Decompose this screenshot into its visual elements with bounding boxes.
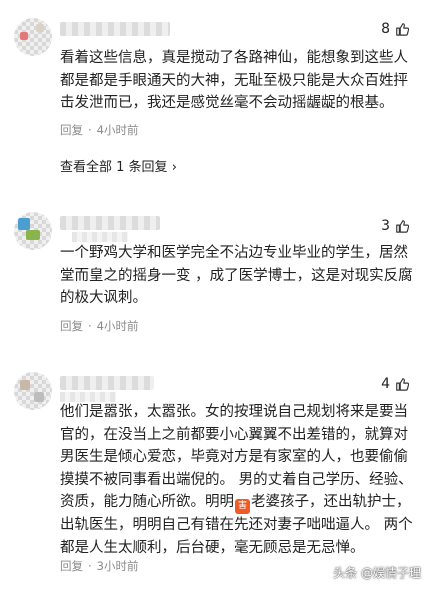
avatar[interactable]	[14, 372, 52, 410]
watermark: 头条 @娱情子理	[333, 566, 421, 580]
reply-button[interactable]: 回复	[60, 123, 83, 137]
view-all-label: 查看全部 1 条回复	[60, 160, 168, 175]
timestamp: 4小时前	[96, 123, 139, 137]
emoji-icon: 害	[235, 499, 250, 514]
like-count: 4	[381, 376, 390, 392]
username-blurred[interactable]	[60, 216, 160, 230]
avatar[interactable]	[14, 18, 52, 56]
view-all-replies-link[interactable]: 查看全部 1 条回复 ›	[60, 156, 177, 175]
comment-text: 他们是嚣张，太嚣张。女的按理说自己规划将来是要当官的，在没当上之前都要小心翼翼不…	[60, 401, 414, 559]
like-count: 3	[381, 218, 390, 234]
like-button[interactable]: 4	[381, 376, 409, 392]
comment-meta: 回复 · 4小时前	[60, 319, 139, 333]
username-blurred[interactable]	[60, 22, 170, 36]
thumbs-up-icon	[396, 23, 409, 36]
username-blurred[interactable]	[60, 376, 154, 390]
timestamp: 4小时前	[96, 319, 139, 333]
like-count: 8	[381, 21, 390, 37]
comment-meta: 回复 · 4小时前	[60, 123, 139, 137]
avatar[interactable]	[14, 212, 52, 250]
comment-text: 看着这些信息，真是搅动了各路神仙，能想象到这些人都是都是手眼通天的大神，无耻至极…	[60, 50, 408, 111]
comment-meta: 回复 · 3小时前	[60, 559, 139, 573]
thumbs-up-icon	[396, 220, 409, 233]
thumbs-up-icon	[396, 378, 409, 391]
timestamp: 3小时前	[96, 559, 139, 573]
reply-button[interactable]: 回复	[60, 559, 83, 573]
comment-text: 一个野鸡大学和医学完全不沾边专业毕业的学生，居然堂而皇之的摇身一变 ，成了医学博…	[60, 245, 413, 306]
like-button[interactable]: 3	[381, 218, 409, 234]
like-button[interactable]: 8	[381, 21, 409, 37]
reply-button[interactable]: 回复	[60, 319, 83, 333]
chevron-right-icon: ›	[171, 160, 177, 175]
username-extra-blurred	[72, 232, 128, 242]
